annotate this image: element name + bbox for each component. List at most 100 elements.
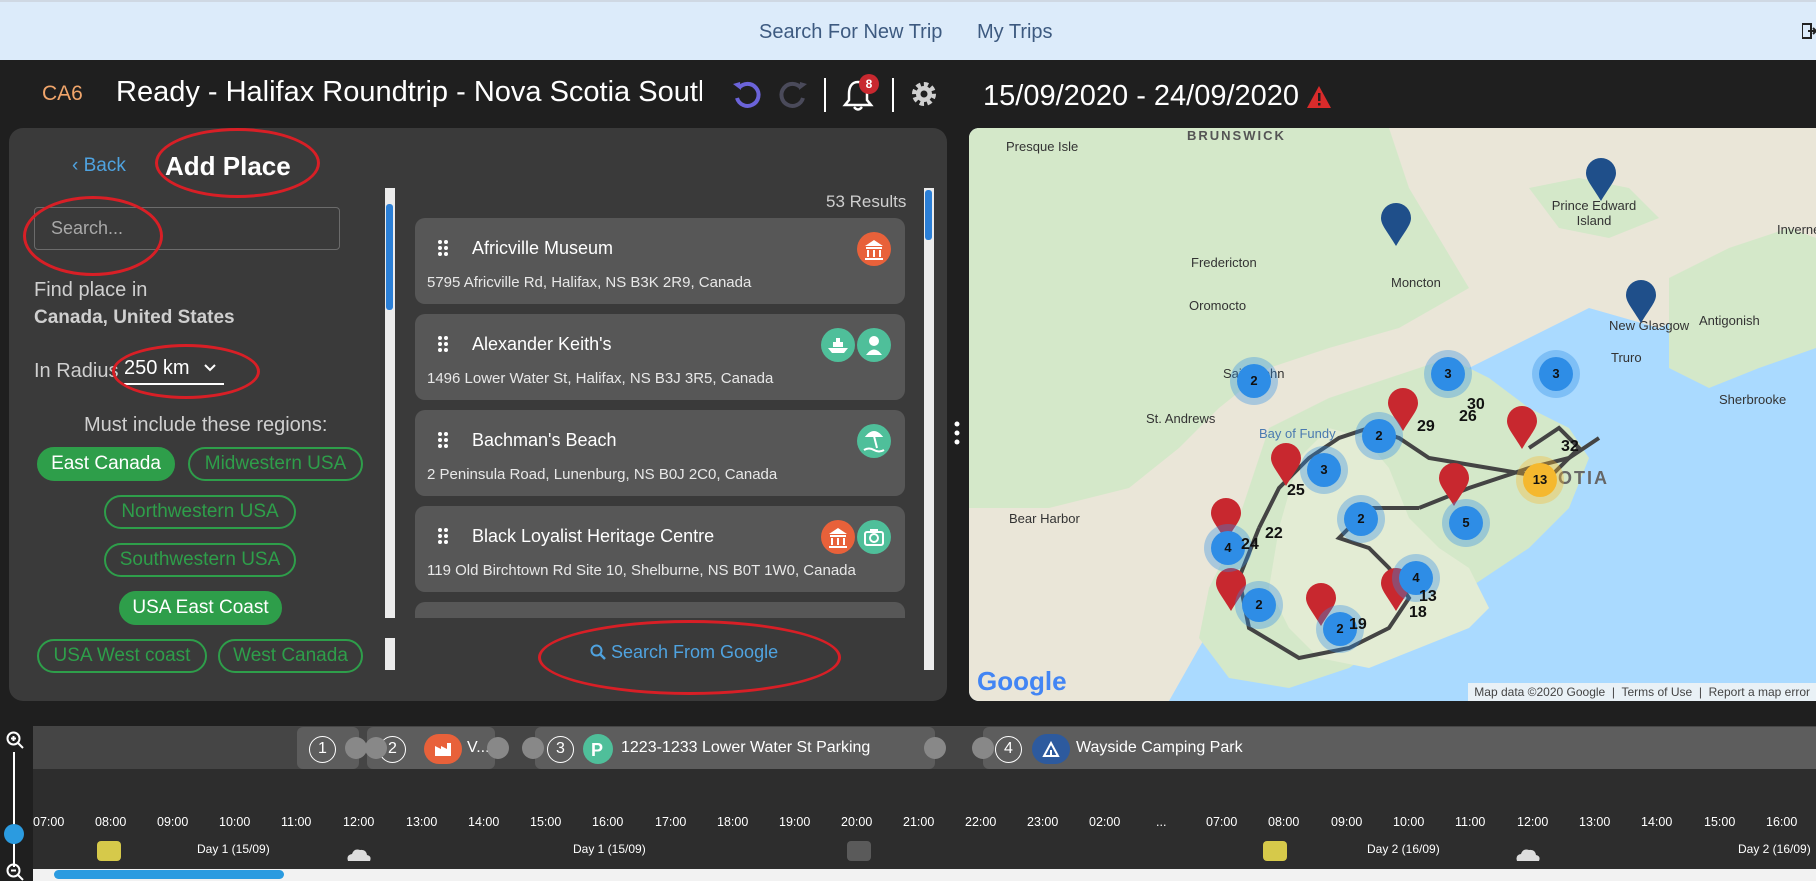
place-cluster[interactable]: 5 — [1449, 506, 1483, 540]
search-icon — [590, 644, 606, 660]
factory-icon — [424, 734, 462, 764]
results-scrollbar-thumb[interactable] — [925, 190, 932, 240]
svg-text:P: P — [591, 740, 603, 760]
google-logo-text: Google — [977, 666, 1067, 696]
transit-pin-icon[interactable] — [1584, 158, 1618, 202]
hour-tick-label: 10:00 — [1393, 815, 1425, 829]
day-label: Day 1 (15/09) — [573, 842, 646, 856]
stop-resize-handle[interactable] — [365, 737, 387, 759]
result-address: 1496 Lower Water St, Halifax, NS B3J 3R5… — [427, 370, 774, 387]
find-place-value: Canada, United States — [34, 307, 235, 328]
zoom-slider-track[interactable] — [13, 752, 15, 867]
place-cluster[interactable]: 3 — [1539, 357, 1573, 391]
camera-icon — [857, 520, 891, 554]
drag-handle-icon[interactable] — [437, 432, 449, 448]
timeline-scrollbar-thumb[interactable] — [54, 870, 284, 879]
route-number: 18 — [1409, 604, 1427, 621]
nav-my-trips[interactable]: My Trips — [977, 21, 1053, 44]
parking-pin-icon[interactable] — [1269, 443, 1303, 487]
result-card[interactable]: Black Loyalist Heritage Centre 119 Old B… — [415, 506, 905, 592]
stop-resize-handle[interactable] — [972, 737, 994, 759]
zoom-in-icon[interactable] — [6, 731, 24, 749]
trip-map[interactable]: BRUNSWICK Presque Isle Fredericton Oromo… — [969, 128, 1816, 701]
hour-tick-label: ... — [1156, 815, 1167, 829]
zoom-out-icon[interactable] — [6, 863, 24, 881]
hour-tick-label: 07:00 — [33, 815, 65, 829]
museum-pin-icon[interactable] — [1624, 280, 1658, 324]
notification-badge: 8 — [859, 74, 879, 94]
radius-label: In Radius — [34, 360, 119, 382]
map-label: Inverness — [1777, 222, 1816, 237]
place-search-input[interactable] — [34, 207, 340, 250]
trip-code: CA6 — [42, 82, 83, 105]
hour-tick-label: 17:00 — [655, 815, 687, 829]
result-card[interactable]: Bachman's Beach 2 Peninsula Road, Lunenb… — [415, 410, 905, 496]
hour-tick-label: 23:00 — [1027, 815, 1059, 829]
stop-resize-handle[interactable] — [924, 737, 946, 759]
trip-title[interactable]: Ready - Halifax Roundtrip - Nova Scotia … — [116, 76, 702, 109]
nav-search-new-trip[interactable]: Search For New Trip — [759, 21, 942, 44]
hour-tick-label: 13:00 — [1579, 815, 1611, 829]
hour-tick-label: 11:00 — [281, 815, 312, 829]
region-chip-northwestern-usa[interactable]: Northwestern USA — [104, 495, 296, 529]
place-cluster[interactable]: 2 — [1362, 419, 1396, 453]
hour-tick-label: 12:00 — [1517, 815, 1549, 829]
place-cluster[interactable]: 3 — [1307, 453, 1341, 487]
result-address: 5795 Africville Rd, Halifax, NS B3K 2R9,… — [427, 274, 752, 291]
region-chip-east-canada[interactable]: East Canada — [37, 447, 175, 481]
zoo-pin-icon[interactable] — [1379, 203, 1413, 247]
timeline-stop[interactable]: 3 P 1223-1233 Lower Water St Parking — [535, 727, 935, 769]
place-cluster[interactable]: 13 — [1523, 463, 1557, 497]
region-chip-west-canada[interactable]: West Canada — [218, 639, 363, 673]
place-cluster[interactable]: 4 — [1211, 531, 1245, 565]
stop-resize-handle[interactable] — [522, 737, 544, 759]
logout-icon[interactable] — [1802, 22, 1816, 40]
timeline-scrollbar[interactable] — [33, 869, 1816, 881]
filters-scrollbar-thumb[interactable] — [386, 204, 393, 310]
drag-handle-icon[interactable] — [437, 240, 449, 256]
hour-tick-label: 12:00 — [343, 815, 375, 829]
region-chip-southwestern-usa[interactable]: Southwestern USA — [104, 543, 296, 577]
place-cluster[interactable]: 2 — [1237, 364, 1271, 398]
hour-tick-label: 14:00 — [1641, 815, 1673, 829]
region-chip-usa-east-coast[interactable]: USA East Coast — [119, 591, 282, 625]
undo-icon[interactable] — [730, 78, 764, 112]
header-divider — [824, 78, 826, 112]
drag-handle-icon[interactable] — [437, 336, 449, 352]
redo-icon[interactable] — [776, 78, 810, 112]
hour-tick-label: 20:00 — [841, 815, 873, 829]
result-card[interactable]: Alexander Keith's 1496 Lower Water St, H… — [415, 314, 905, 400]
result-name: Bachman's Beach — [472, 430, 617, 450]
timeline-stop[interactable]: 4 Wayside Camping Park — [983, 727, 1816, 769]
airport-pin-icon[interactable] — [1505, 406, 1539, 450]
route-number: 24 — [1241, 536, 1259, 553]
parking-icon: P — [583, 734, 613, 764]
result-card[interactable]: Africville Museum 5795 Africville Rd, Ha… — [415, 218, 905, 304]
hour-tick-label: 14:00 — [468, 815, 500, 829]
panel-resize-handle-icon[interactable] — [953, 420, 961, 446]
radius-value: 250 km — [124, 357, 190, 379]
header-divider — [892, 78, 894, 112]
region-chip-usa-west-coast[interactable]: USA West coast — [37, 639, 207, 673]
map-report-link[interactable]: Report a map error — [1709, 685, 1810, 699]
search-from-google-link[interactable]: Search From Google — [590, 642, 778, 663]
drag-handle-icon[interactable] — [437, 528, 449, 544]
warning-icon[interactable] — [1306, 85, 1332, 109]
results-fade — [356, 618, 931, 638]
place-cluster[interactable]: 2 — [1242, 588, 1276, 622]
map-terms-link[interactable]: Terms of Use — [1621, 685, 1692, 699]
place-cluster[interactable]: 3 — [1431, 357, 1465, 391]
radius-select[interactable]: 250 km — [124, 357, 224, 385]
back-link[interactable]: ‹ Back — [72, 155, 126, 177]
route-number: 22 — [1265, 525, 1283, 542]
stop-resize-handle[interactable] — [487, 737, 509, 759]
day-label: Day 1 (15/09) — [197, 842, 270, 856]
parking-pin-icon[interactable] — [1437, 463, 1471, 507]
region-chip-midwestern-usa[interactable]: Midwestern USA — [188, 447, 363, 481]
zoom-slider-knob[interactable] — [4, 824, 24, 844]
stop-resize-handle[interactable] — [345, 737, 367, 759]
gear-icon[interactable] — [908, 78, 940, 110]
map-label: Bear Harbor — [1009, 511, 1080, 526]
results-scrollbar[interactable] — [924, 188, 934, 670]
place-cluster[interactable]: 2 — [1344, 502, 1378, 536]
